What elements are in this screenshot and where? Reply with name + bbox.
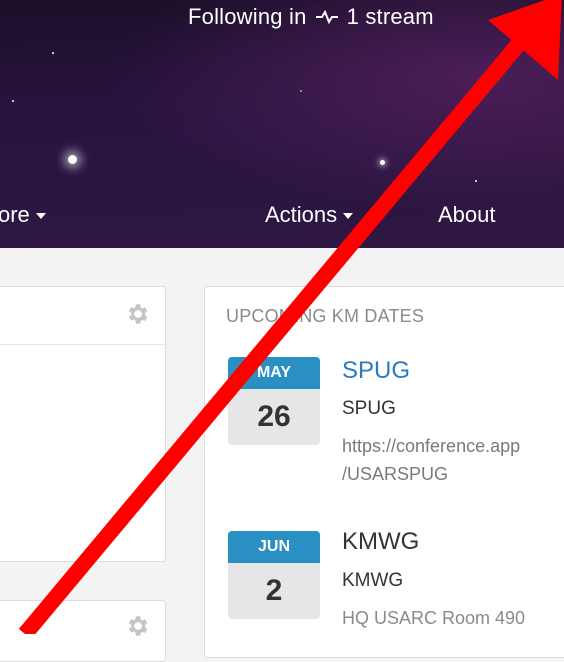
annotation-arrow (18, 0, 562, 634)
